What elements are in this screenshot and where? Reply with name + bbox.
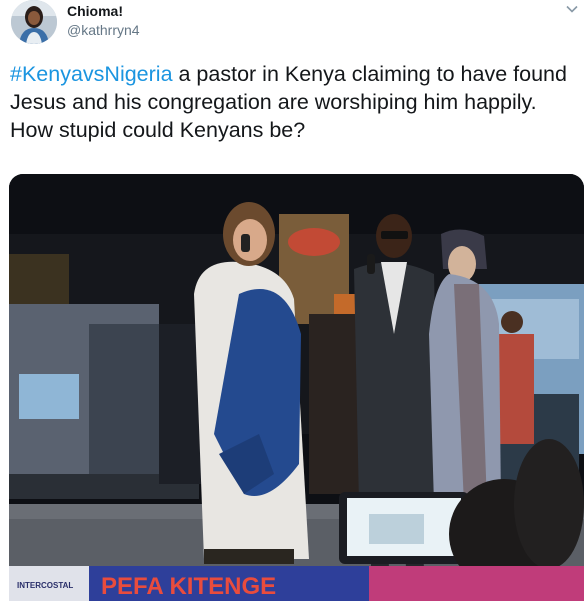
avatar[interactable] bbox=[11, 0, 57, 44]
user-handle[interactable]: @kathrryn4 bbox=[67, 22, 140, 38]
tweet-text: #KenyavsNigeria a pastor in Kenya claimi… bbox=[10, 60, 575, 144]
tweet-photo[interactable]: INTERCOSTAL PEFA KITENGE bbox=[9, 174, 584, 601]
banner-main-text: PEFA KITENGE bbox=[101, 573, 276, 600]
display-name[interactable]: Chioma! bbox=[67, 3, 123, 19]
hashtag-link[interactable]: #KenyavsNigeria bbox=[10, 62, 173, 86]
avatar-image bbox=[11, 0, 57, 44]
chevron-down-icon[interactable] bbox=[565, 2, 579, 16]
banner-small-text: INTERCOSTAL bbox=[17, 581, 73, 590]
tweet: Chioma! @kathrryn4 #KenyavsNigeria a pas… bbox=[0, 0, 585, 601]
